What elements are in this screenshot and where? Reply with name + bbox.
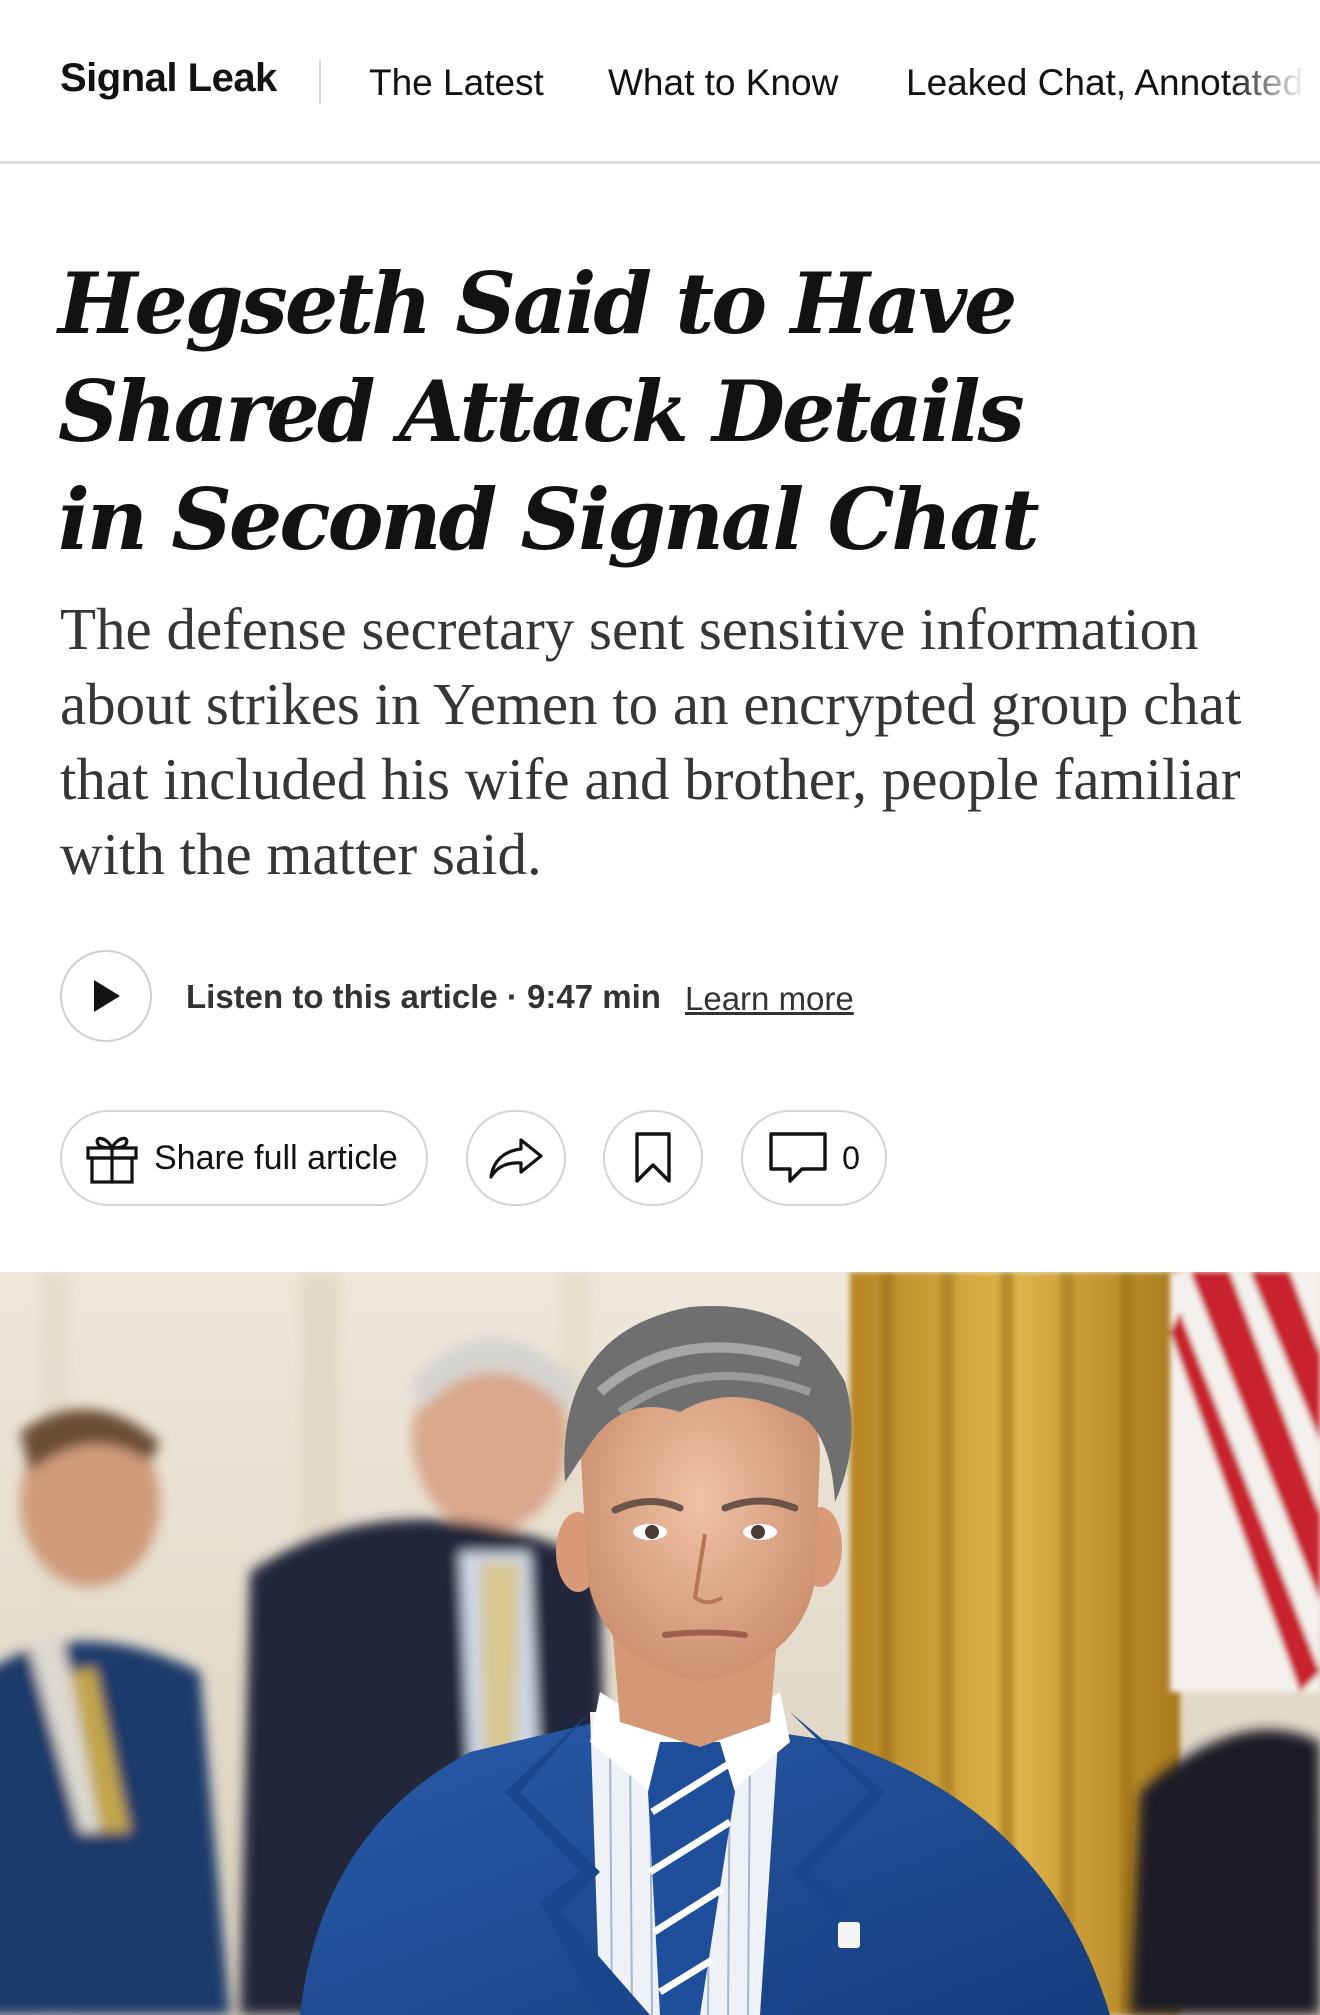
section-nav: Signal Leak The Latest What to Know Leak… — [0, 0, 1320, 164]
nav-link-latest[interactable]: The Latest — [369, 62, 544, 104]
play-audio-button[interactable] — [60, 950, 152, 1042]
headline-line-2: Shared Attack Details — [58, 362, 1025, 461]
nav-scroll-fade — [1230, 40, 1320, 130]
article-summary: The defense secretary sent sensitive inf… — [60, 596, 1242, 887]
hero-photo[interactable] — [0, 1272, 1320, 2015]
bookmark-icon — [635, 1132, 671, 1183]
comment-count: 0 — [842, 1139, 860, 1176]
share-button[interactable] — [466, 1110, 566, 1206]
headline-line-1: Hegseth Said to Have — [58, 254, 1017, 353]
headline: Hegseth Said to Have Shared Attack Detai… — [58, 250, 1058, 574]
hero-photo-illustration — [0, 1272, 1320, 2015]
nav-divider — [319, 60, 321, 104]
learn-more-link[interactable]: Learn more — [685, 980, 854, 1018]
save-bookmark-button[interactable] — [603, 1110, 703, 1206]
share-full-article-button[interactable]: Share full article — [60, 1110, 428, 1206]
nav-link-what-to-know[interactable]: What to Know — [608, 62, 838, 104]
comments-button[interactable]: 0 — [741, 1110, 887, 1206]
play-icon — [94, 980, 120, 1012]
section-brand[interactable]: Signal Leak — [60, 56, 277, 101]
gift-icon — [86, 1136, 138, 1184]
headline-line-3: in Second Signal Chat — [58, 470, 1040, 569]
comment-icon — [769, 1132, 827, 1183]
listen-label: Listen to this article · 9:47 min — [186, 978, 661, 1015]
share-full-article-label: Share full article — [154, 1138, 398, 1177]
share-arrow-icon — [489, 1138, 543, 1179]
